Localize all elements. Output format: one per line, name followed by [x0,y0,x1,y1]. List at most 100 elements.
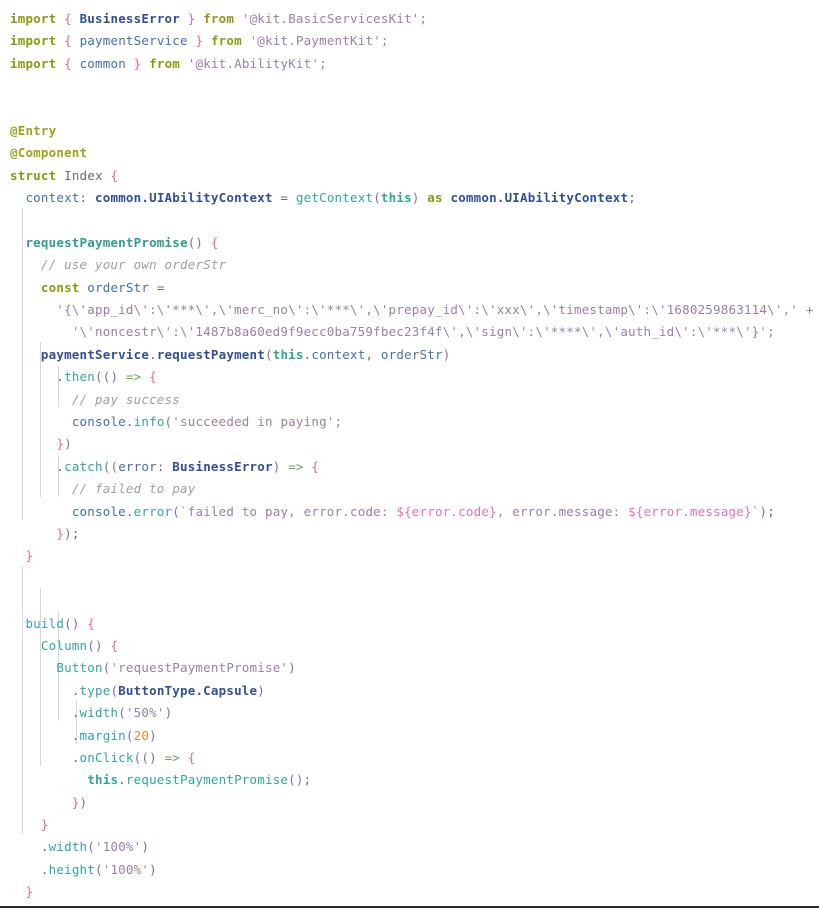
paren-close: ) [64,436,72,452]
brace-close: } [56,525,65,541]
value-buttontype-capsule: ButtonType.Capsule [118,682,258,698]
brace-open: { [149,369,157,385]
code-line-27-blank [0,590,819,612]
code-line-4-blank [0,75,819,97]
button-label: 'requestPaymentPromise' [110,660,289,676]
dot: . [71,749,80,765]
semicolon: ; [303,772,312,788]
decorator-component: @Component [10,145,88,161]
keyword-as: as [427,190,443,206]
keyword-import: import [10,33,57,49]
brace-open: { [87,615,96,631]
paren-close: ) [257,682,265,698]
code-line-34: .onClick(() => { [0,747,819,769]
code-line-37: } [0,814,819,836]
template-text-middle: , error.message: [496,503,629,519]
code-line-19: console.info('succeeded in paying'; [0,411,819,433]
method-column-width: width [48,839,88,855]
paren-close: ) [64,525,72,541]
decorator-entry: @Entry [10,122,57,138]
code-line-29: Column() { [0,635,819,657]
method-build: build [25,615,65,631]
module-path: '@kit.AbilityKit'; [187,55,327,71]
template-text-prefix: failed to pay, error.code: [187,503,397,519]
semicolon: ; [767,503,775,519]
module-path: '@kit.BasicServicesKit'; [241,11,428,26]
component-button: Button [56,660,103,676]
call-getcontext: getContext [295,190,374,206]
arg-orderstr: orderStr [380,346,443,362]
brace-close: } [40,817,49,833]
keyword-import: import [10,11,57,26]
paren-open: ( [373,190,381,206]
code-line-33: .margin(20) [0,725,819,747]
code-line-36: }) [0,792,819,814]
brace-open: { [64,11,72,26]
const-name-orderstr: orderStr [87,279,150,295]
orderstr-literal-part2: '\'noncestr\':\'1487b8a60ed9f9ecc0ba759f… [71,324,775,340]
code-line-18: // pay success [0,389,819,411]
brace-close: } [71,794,80,810]
paren-close: ) [442,346,451,362]
brace-close: } [25,884,34,900]
code-editor[interactable]: import { BusinessError } from '@kit.Basi… [0,0,819,908]
equals: = [280,190,289,206]
code-line-14: '{\'app_id\':\'***\',\'merc_no\':\'***\'… [0,299,819,321]
paren-pair: () [187,234,204,250]
semicolon: ; [71,525,80,541]
paren-pair: () [64,615,80,631]
colon: : [79,190,88,206]
dot: . [40,861,49,877]
paren-group: (() [95,369,119,385]
component-column: Column [40,637,88,653]
orderstr-literal-part1: '{\'app_id\':\'***\',\'merc_no\':\'***\'… [56,302,814,318]
paren-open: ( [87,839,96,855]
method-width: width [79,705,119,721]
object-console: console [71,503,126,519]
arrow: => [164,749,181,765]
colon: : [156,458,165,474]
comma: , [365,346,374,362]
code-line-40: } [0,881,819,903]
value-column-width: '100%' [95,839,142,855]
template-interpolation-code: ${error.code} [396,503,497,519]
code-line-8: struct Index { [0,165,819,187]
paren-pair: () [288,772,304,788]
object-paymentservice: paymentService [40,346,150,362]
comment-orderstr: // use your own orderStr [40,257,227,273]
code-line-5-blank [0,98,819,120]
code-line-13: const orderStr = [0,277,819,299]
equals: = [156,279,165,295]
code-line-3: import { common } from '@kit.AbilityKit'… [0,53,819,75]
method-error: error [133,503,173,519]
source-code[interactable]: import { BusinessError } from '@kit.Basi… [0,8,819,906]
module-path: '@kit.PaymentKit'; [249,33,389,49]
brace-open: { [64,55,72,71]
code-line-22: // failed to pay [0,478,819,500]
dot: . [118,772,126,788]
code-line-7: @Component [0,142,819,164]
code-line-30: Button('requestPaymentPromise') [0,657,819,679]
code-line-1: import { BusinessError } from '@kit.Basi… [0,8,819,30]
value-margin: 20 [133,727,150,743]
method-margin: margin [79,727,126,743]
brace-open: { [311,458,320,474]
method-requestpayment: requestPayment [156,346,265,362]
brace-close: } [25,548,34,564]
value-width: '50%' [125,705,165,721]
paren-close: ) [149,861,157,877]
dot: . [125,414,134,430]
code-line-25: } [0,545,819,567]
paren-open: (( [102,458,119,474]
field-type: common.UIAbilityContext [95,190,273,206]
template-interpolation-message: ${error.message} [628,503,752,519]
method-name-requestpaymentpromise: requestPaymentPromise [25,234,188,250]
keyword-struct: struct [10,167,57,183]
paren-close: ) [79,794,88,810]
code-line-15: '\'noncestr\':\'1487b8a60ed9f9ecc0ba759f… [0,321,819,343]
value-column-height: '100%' [102,861,150,877]
code-line-38: .width('100%') [0,836,819,858]
paren-open: ( [95,861,103,877]
struct-name: Index [64,167,103,183]
code-line-35: this.requestPaymentPromise(); [0,769,819,791]
